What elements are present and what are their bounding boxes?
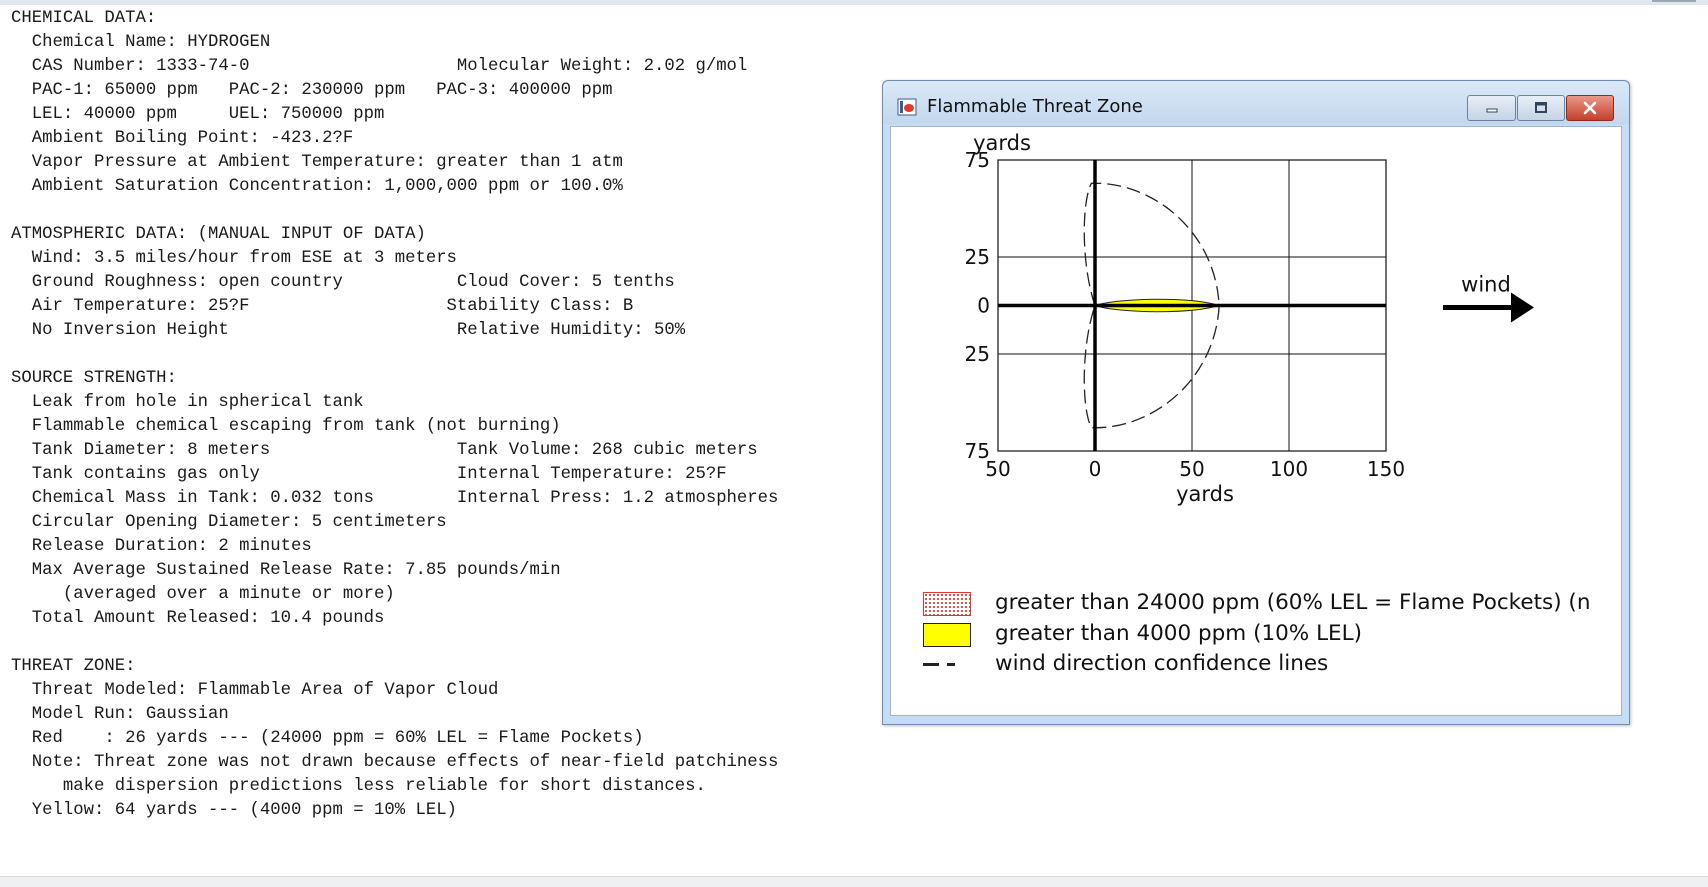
report-line: Model Run: Gaussian: [11, 705, 229, 724]
wind-label: wind: [1461, 273, 1511, 297]
report-line: (averaged over a minute or more): [11, 585, 395, 604]
window-titlebar[interactable]: Flammable Threat Zone: [883, 81, 1629, 124]
y-tick-label: 25: [965, 245, 990, 269]
report-line: Ground Roughness: open country Cloud Cov…: [11, 273, 675, 292]
top-scroll-indicator: [1652, 0, 1696, 2]
report-line: Ambient Saturation Concentration: 1,000,…: [11, 177, 623, 196]
y-tick-label: 0: [977, 294, 990, 318]
report-line: [11, 199, 778, 223]
minimize-button[interactable]: [1467, 95, 1516, 121]
minimize-icon: [1486, 108, 1497, 113]
maximize-icon: [1535, 102, 1547, 113]
report-line: No Inversion Height Relative Humidity: 5…: [11, 321, 686, 340]
report-line: LEL: 40000 ppm UEL: 750000 ppm: [11, 105, 385, 124]
x-tick-label: 0: [1089, 457, 1102, 481]
threat-zone-app-icon: [897, 98, 917, 116]
x-tick-label: 50: [1179, 457, 1204, 481]
x-axis-label: yards: [1176, 482, 1234, 506]
report-line: Air Temperature: 25?F Stability Class: B: [11, 297, 634, 316]
report-line: Threat Modeled: Flammable Area of Vapor …: [11, 681, 499, 700]
threat-zone-plot-area: 50 0 50 100 150 75 25 0 25 75 yards yards wind great…: [890, 126, 1622, 716]
legend-swatch-red: [923, 592, 971, 616]
report-line: Vapor Pressure at Ambient Temperature: g…: [11, 153, 623, 172]
report-line: Note: Threat zone was not drawn because …: [11, 753, 779, 772]
report-line: Yellow: 64 yards --- (4000 ppm = 10% LEL…: [11, 801, 457, 820]
report-line: Release Duration: 2 minutes: [11, 537, 312, 556]
legend-label-yellow: greater than 4000 ppm (10% LEL): [995, 621, 1363, 646]
legend-label-red: greater than 24000 ppm (60% LEL = Flame …: [995, 590, 1591, 615]
x-tick-label: 150: [1367, 457, 1405, 481]
y-tick-label: 25: [965, 342, 990, 366]
close-icon: [1583, 101, 1597, 115]
report-line: THREAT ZONE:: [11, 657, 136, 676]
maximize-button[interactable]: [1517, 95, 1565, 121]
report-line: [11, 343, 778, 367]
report-line: Chemical Name: HYDROGEN: [11, 33, 271, 52]
threat-zone-chart: 50 0 50 100 150752502575yardsyardswind: [965, 131, 1534, 506]
report-line: Ambient Boiling Point: -423.2?F: [11, 129, 354, 148]
legend-label-confidence-lines: wind direction confidence lines: [995, 651, 1329, 676]
report-line: SOURCE STRENGTH:: [11, 369, 177, 388]
report-line: PAC-1: 65000 ppm PAC-2: 230000 ppm PAC-3…: [11, 81, 613, 100]
report-line: Tank Diameter: 8 meters Tank Volume: 268…: [11, 441, 758, 460]
wind-arrow-head-icon: [1511, 292, 1534, 323]
window-title: Flammable Threat Zone: [927, 96, 1143, 117]
legend-swatch-yellow: [923, 623, 971, 647]
report-line: [11, 631, 778, 655]
report-line: ATMOSPHERIC DATA: (MANUAL INPUT OF DATA): [11, 225, 426, 244]
report-line: Max Average Sustained Release Rate: 7.85…: [11, 561, 561, 580]
legend-swatch-dashed: [923, 663, 971, 666]
report-line: CAS Number: 1333-74-0 Molecular Weight: …: [11, 57, 748, 76]
report-line: Chemical Mass in Tank: 0.032 tons Intern…: [11, 489, 779, 508]
flammable-threat-zone-window[interactable]: Flammable Threat Zone 50 0 50 100 150 75 25 0 25…: [882, 80, 1630, 725]
y-tick-label: 75: [965, 439, 990, 463]
report-line: Flammable chemical escaping from tank (n…: [11, 417, 561, 436]
report-line: Leak from hole in spherical tank: [11, 393, 364, 412]
close-button[interactable]: [1566, 95, 1614, 121]
report-line: Total Amount Released: 10.4 pounds: [11, 609, 385, 628]
top-window-border: [0, 0, 1708, 5]
report-line: Wind: 3.5 miles/hour from ESE at 3 meter…: [11, 249, 457, 268]
report-line: CHEMICAL DATA:: [11, 9, 157, 28]
bottom-window-border: [0, 876, 1708, 887]
report-line: Red : 26 yards --- (24000 ppm = 60% LEL …: [11, 729, 644, 748]
text-report-panel: CHEMICAL DATA: Chemical Name: HYDROGEN C…: [11, 7, 778, 823]
report-line: Tank contains gas only Internal Temperat…: [11, 465, 727, 484]
y-axis-label: yards: [973, 131, 1031, 155]
x-tick-label: 100: [1270, 457, 1308, 481]
report-line: make dispersion predictions less reliabl…: [11, 777, 706, 796]
report-line: Circular Opening Diameter: 5 centimeters: [11, 513, 447, 532]
